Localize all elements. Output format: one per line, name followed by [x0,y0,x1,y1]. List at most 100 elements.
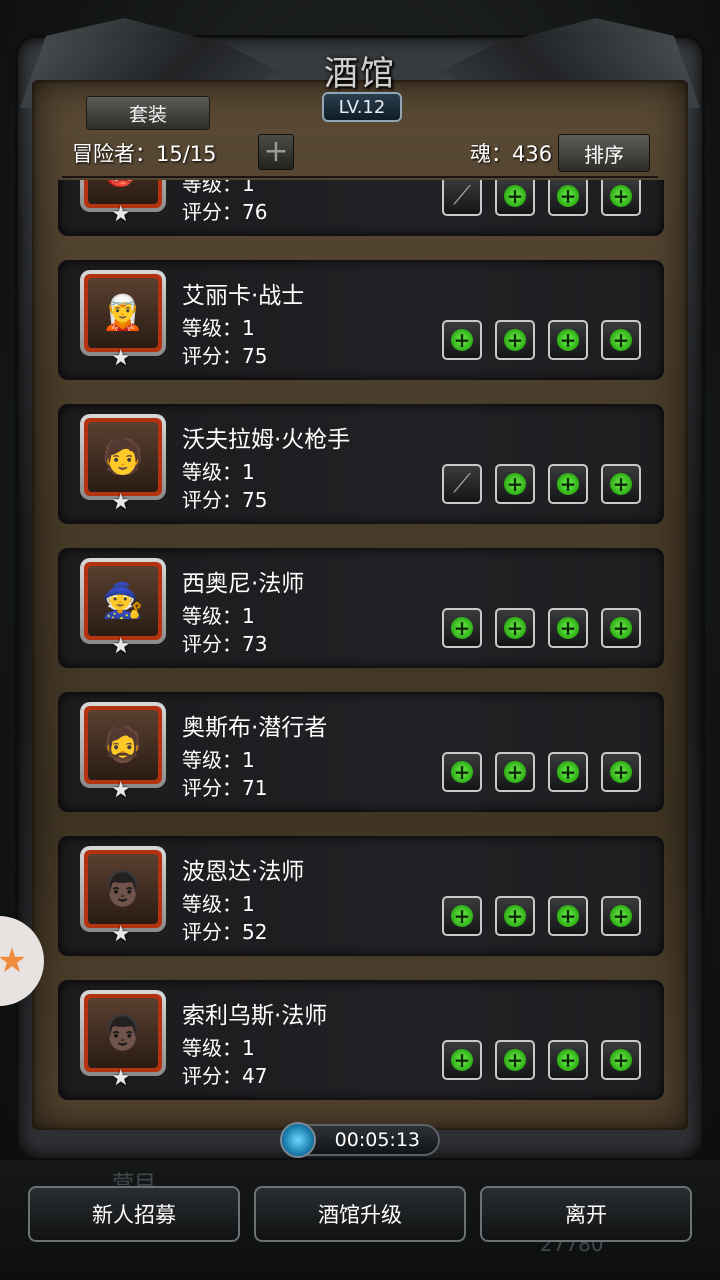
hero-level: 等级：1 [182,460,255,484]
hero-face-icon: 🧙 [88,566,158,636]
add-equipment-icon: + [557,905,579,927]
equipment-slot[interactable]: + [495,1040,535,1080]
equipment-slot[interactable]: + [601,896,641,936]
add-equipment-icon: + [610,905,632,927]
equipment-slot[interactable]: + [601,608,641,648]
hero-name: 沃夫拉姆·火枪手 [182,427,351,453]
equipment-slot[interactable]: + [601,180,641,216]
equipment-slot[interactable]: + [548,180,588,216]
add-equipment-icon: + [610,185,632,207]
equipment-slot[interactable]: + [548,320,588,360]
hero-face-icon: 🧝 [88,278,158,348]
hero-level: 等级：1 [182,1036,255,1060]
add-adventurer-button[interactable]: + [258,134,294,170]
hero-level: 等级：1 [182,604,255,628]
equipment-slot[interactable]: + [601,752,641,792]
add-equipment-icon: + [451,1049,473,1071]
sort-button[interactable]: 排序 [558,134,650,172]
upgrade-tavern-button[interactable]: 酒馆升级 [254,1186,466,1242]
add-equipment-icon: + [504,617,526,639]
hero-name: 艾丽卡·战士 [182,283,305,309]
equipment-slot[interactable]: + [442,1040,482,1080]
leave-button[interactable]: 离开 [480,1186,692,1242]
hero-portrait[interactable]: 🧝 [80,270,166,356]
hero-card[interactable]: 🧑 ★ 沃夫拉姆·火枪手 等级：1 评分：75 ⟋ + + + [58,404,664,524]
hero-score: 评分：76 [182,200,268,224]
hero-card[interactable]: 👨🏿 ★ 波恩达·法师 等级：1 评分：52 + + + + [58,836,664,956]
hero-portrait[interactable]: 👨🏿 [80,990,166,1076]
equipment-slot[interactable]: + [495,320,535,360]
equipment-slot[interactable]: + [548,752,588,792]
hero-card[interactable]: 🧙 ★ 西奥尼·法师 等级：1 评分：73 + + + + [58,548,664,668]
hero-portrait[interactable]: 🧙 [80,558,166,644]
soul-count: 魂：436 [470,142,553,166]
equipment-slot[interactable]: ⟋ [442,180,482,216]
hero-portrait[interactable]: 🧔 [80,702,166,788]
add-equipment-icon: + [557,473,579,495]
hero-list[interactable]: 👺 ★ 等级：1 评分：76 ⟋ + + + 🧝 ★ 艾丽卡·战士 等级：1 评分：7… [58,180,664,1100]
add-equipment-icon: + [451,617,473,639]
add-equipment-icon: + [610,329,632,351]
hero-score: 评分：52 [182,920,268,944]
hero-card[interactable]: 👺 ★ 等级：1 评分：76 ⟋ + + + [58,180,664,236]
star-icon: ★ [111,1066,131,1091]
hero-name: 西奥尼·法师 [182,571,305,597]
add-equipment-icon: + [451,905,473,927]
star-icon: ★ [111,922,131,947]
hero-portrait[interactable]: 👨🏿 [80,846,166,932]
equipment-slot[interactable]: + [442,752,482,792]
equipment-slot[interactable]: + [548,464,588,504]
hero-level: 等级：1 [182,892,255,916]
add-equipment-icon: + [504,329,526,351]
equipment-slot[interactable]: + [495,180,535,216]
equipment-slot[interactable]: + [495,896,535,936]
equipment-slot[interactable]: + [495,464,535,504]
equipment-slot[interactable]: + [548,896,588,936]
hero-face-icon: 👺 [88,180,158,204]
add-equipment-icon: + [504,761,526,783]
add-equipment-icon: + [557,1049,579,1071]
equipment-slot[interactable]: + [495,752,535,792]
star-icon: ★ [111,346,131,371]
hero-face-icon: 🧑 [88,422,158,492]
hero-card[interactable]: 🧔 ★ 奥斯布·潜行者 等级：1 评分：71 + + + + [58,692,664,812]
add-equipment-icon: + [557,329,579,351]
plus-icon: + [263,134,289,169]
hero-face-icon: 🧔 [88,710,158,780]
equipment-slot[interactable]: + [495,608,535,648]
add-equipment-icon: + [504,1049,526,1071]
hero-card[interactable]: 👨🏿 ★ 索利乌斯·法师 等级：1 评分：47 + + + + [58,980,664,1100]
add-equipment-icon: + [610,761,632,783]
add-equipment-icon: + [610,1049,632,1071]
hero-score: 评分：71 [182,776,268,800]
equipment-slot[interactable]: + [601,320,641,360]
equipment-slot[interactable]: + [548,1040,588,1080]
equipment-slot[interactable]: ⟋ [442,464,482,504]
hero-name: 波恩达·法师 [182,859,305,885]
recruit-button[interactable]: 新人招募 [28,1186,240,1242]
equipment-slot[interactable]: + [601,1040,641,1080]
hero-score: 评分：47 [182,1064,268,1088]
equipment-slot[interactable]: + [548,608,588,648]
add-equipment-icon: + [451,329,473,351]
hero-level: 等级：1 [182,748,255,772]
hero-name: 奥斯布·潜行者 [182,715,328,741]
equipment-slot[interactable]: + [442,608,482,648]
equipment-slot[interactable]: + [601,464,641,504]
adventurer-count: 冒险者：15/15 [72,142,217,166]
weapon-icon: ⟋ [452,180,472,211]
equipment-slot[interactable]: + [442,896,482,936]
add-equipment-icon: + [610,473,632,495]
add-equipment-icon: + [504,185,526,207]
star-icon: ★ [111,778,131,803]
hero-face-icon: 👨🏿 [88,998,158,1068]
hero-card[interactable]: 🧝 ★ 艾丽卡·战士 等级：1 评分：75 + + + + [58,260,664,380]
equipment-slot[interactable]: + [442,320,482,360]
hero-portrait[interactable]: 🧑 [80,414,166,500]
add-equipment-icon: + [610,617,632,639]
star-icon: ★ [111,634,131,659]
hero-score: 评分：75 [182,344,268,368]
add-equipment-icon: + [557,617,579,639]
tavern-title: 酒馆 [324,53,396,94]
set-equipment-button[interactable]: 套装 [86,96,210,130]
